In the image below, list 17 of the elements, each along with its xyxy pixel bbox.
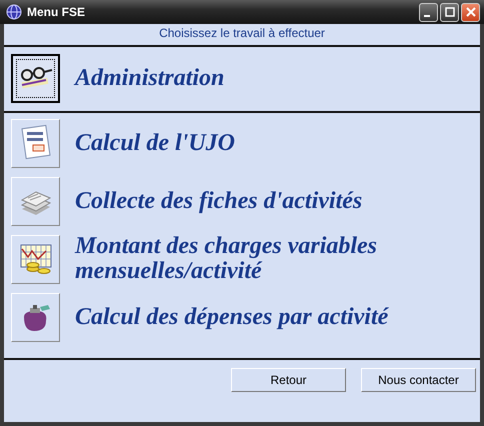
menu-item-label[interactable]: Montant des charges variables mensuelles/activité [75,234,480,284]
menu-icon-button[interactable] [11,54,60,102]
maximize-button[interactable] [440,2,459,22]
menu-item-label[interactable]: Calcul des dépenses par activité [75,304,388,330]
window-title: Menu FSE [27,5,86,19]
menu-item-label[interactable]: Calcul de l'UJO [75,130,235,156]
instruction-text: Choisissez le travail à effectuer [4,24,480,47]
minimize-button[interactable] [419,2,438,22]
close-icon [466,7,476,17]
dialog-button[interactable]: Retour [231,368,346,392]
menu-item-label[interactable]: Administration [75,66,224,90]
minimize-icon [424,15,430,17]
maximize-icon [444,7,454,17]
globe-icon [6,4,22,20]
menu-item-label[interactable]: Collecte des fiches d'activités [75,188,362,214]
dialog-button[interactable]: Nous contacter [361,368,476,392]
close-button[interactable] [461,2,480,22]
